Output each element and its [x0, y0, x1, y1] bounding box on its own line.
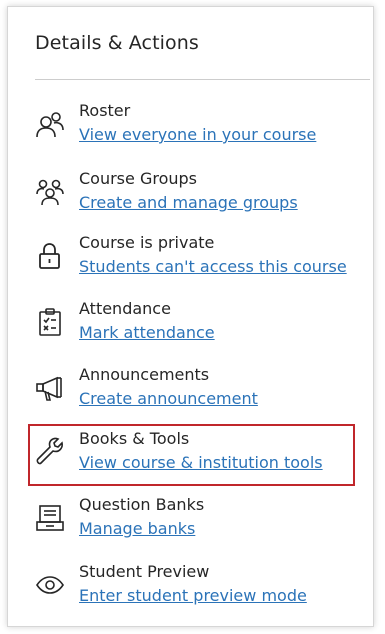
eye-icon: [35, 570, 65, 600]
create-groups-link[interactable]: Create and manage groups: [79, 193, 298, 212]
action-item-course-groups: Course Groups Create and manage groups: [35, 169, 365, 219]
manage-banks-link[interactable]: Manage banks: [79, 519, 195, 538]
privacy-link[interactable]: Students can't access this course: [79, 257, 347, 276]
action-item-attendance: Attendance Mark attendance: [35, 299, 365, 349]
action-item-course-private: Course is private Students can't access …: [35, 233, 365, 283]
action-item-name: Course is private: [79, 233, 215, 252]
question-bank-icon: [35, 503, 65, 533]
action-item-student-preview: Student Preview Enter student preview mo…: [35, 562, 365, 612]
action-item-name: Course Groups: [79, 169, 197, 188]
action-item-name: Attendance: [79, 299, 171, 318]
create-announcement-link[interactable]: Create announcement: [79, 389, 258, 408]
action-item-name: Announcements: [79, 365, 210, 384]
action-item-question-banks: Question Banks Manage banks: [35, 495, 365, 545]
highlight-box: [28, 424, 355, 486]
attendance-icon: [35, 307, 65, 337]
groups-icon: [35, 177, 65, 207]
action-item-name: Roster: [79, 101, 131, 120]
lock-icon: [35, 241, 65, 271]
megaphone-icon: [35, 373, 65, 403]
details-actions-panel: Details & Actions Roster View everyone i…: [7, 6, 374, 627]
roster-icon: [35, 109, 65, 139]
action-item-announcements: Announcements Create announcement: [35, 365, 365, 415]
action-item-roster: Roster View everyone in your course: [35, 101, 365, 151]
panel-title: Details & Actions: [35, 32, 199, 54]
student-preview-link[interactable]: Enter student preview mode: [79, 586, 307, 605]
mark-attendance-link[interactable]: Mark attendance: [79, 323, 215, 342]
divider: [35, 79, 370, 80]
action-item-name: Question Banks: [79, 495, 205, 514]
view-everyone-link[interactable]: View everyone in your course: [79, 125, 316, 144]
action-item-name: Student Preview: [79, 562, 210, 581]
